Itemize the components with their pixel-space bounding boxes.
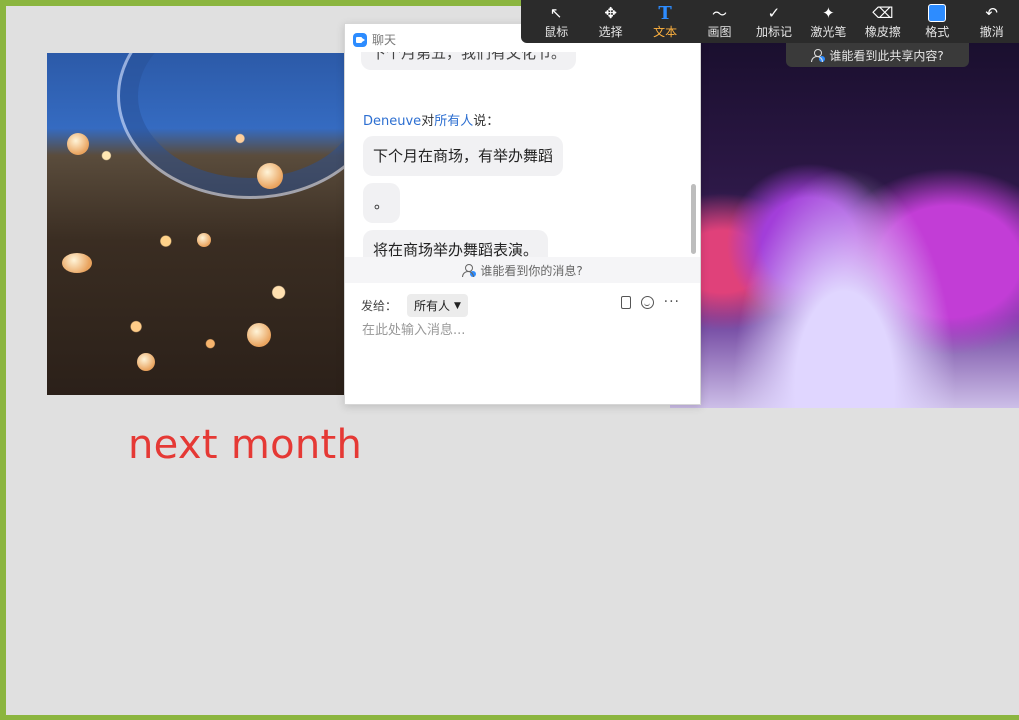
who-sees-share-link[interactable]: 谁能看到此共享内容? — [786, 43, 969, 67]
chat-message-bubble: 。 — [363, 183, 401, 223]
who-sees-label: 谁能看到你的消息? — [480, 263, 583, 278]
emoji-icon[interactable] — [640, 296, 654, 309]
tool-label: 格式 — [925, 25, 950, 39]
cursor-icon: ↖ — [549, 4, 563, 22]
lantern — [137, 353, 155, 371]
move-icon: ✥ — [604, 4, 617, 22]
lantern — [257, 163, 283, 189]
eraser-icon: ⌫ — [872, 4, 894, 22]
tool-label: 加标记 — [755, 25, 792, 39]
tool-format[interactable]: 格式 — [910, 0, 964, 43]
sender-name[interactable]: Deneuve — [363, 114, 421, 129]
send-to-row: 发给： 所有人 ▼ — [361, 294, 468, 317]
lantern — [67, 133, 89, 155]
tool-label: 撤消 — [979, 25, 1004, 39]
chat-tools: ··· — [620, 295, 680, 309]
mall-photo — [47, 53, 344, 395]
chat-message-bubble: 下个月在商场，有举办舞蹈 — [363, 136, 564, 176]
chat-header: 聊天 — [353, 31, 396, 48]
lantern — [62, 253, 92, 273]
dancers-photo — [670, 42, 1019, 408]
tool-label: 橡皮擦 — [864, 25, 901, 39]
recipient-value: 所有人 — [414, 299, 451, 313]
tool-draw[interactable]: 〜 画图 — [692, 0, 746, 43]
tool-text[interactable]: T 文本 — [638, 0, 692, 43]
chat-panel: 聊天 下个月第五，我们有文化节。 Deneuve对所有人说： 下个月在商场，有举… — [344, 23, 701, 405]
message-sender-line: Deneuve对所有人说： — [363, 110, 499, 129]
recipient-dropdown[interactable]: 所有人 ▼ — [407, 294, 468, 317]
stamp-icon: ✓ — [767, 4, 781, 22]
annotation-toolbar: ↖ 鼠标 ✥ 选择 T 文本 〜 画图 ✓ 加标记 ✦ 激光笔 ⌫ 橡皮擦 格式… — [521, 0, 1019, 43]
tool-select[interactable]: ✥ 选择 — [583, 0, 637, 43]
chat-title: 聊天 — [372, 33, 397, 47]
person-icon — [811, 49, 826, 62]
chat-message-list[interactable]: 下个月第五，我们有文化节。 Deneuve对所有人说： 下个月在商场，有举办舞蹈… — [345, 52, 700, 282]
text-icon: T — [658, 2, 672, 24]
file-icon[interactable] — [620, 296, 631, 309]
sender-target[interactable]: 所有人 — [434, 114, 473, 129]
chat-message-bubble: 下个月第五，我们有文化节。 — [361, 52, 577, 70]
tool-label: 鼠标 — [544, 25, 569, 39]
tool-label: 激光笔 — [810, 25, 847, 39]
tool-stamp[interactable]: ✓ 加标记 — [747, 0, 801, 43]
tool-label: 选择 — [598, 25, 623, 39]
who-sees-share-label: 谁能看到此共享内容? — [829, 48, 944, 63]
lantern — [197, 233, 211, 247]
sender-to-word: 对 — [421, 114, 435, 129]
format-icon — [928, 3, 947, 23]
send-to-label: 发给： — [361, 299, 398, 313]
lantern — [247, 323, 271, 347]
person-icon — [462, 264, 477, 277]
mall-dome — [117, 53, 344, 199]
annotation-text: next month — [128, 422, 363, 468]
undo-icon: ↶ — [985, 4, 998, 22]
who-sees-message-link[interactable]: 谁能看到你的消息? — [345, 257, 700, 283]
tool-label: 文本 — [653, 25, 678, 39]
tool-mouse[interactable]: ↖ 鼠标 — [529, 0, 583, 43]
tool-eraser[interactable]: ⌫ 橡皮擦 — [856, 0, 910, 43]
zoom-logo-icon — [353, 32, 367, 47]
more-icon[interactable]: ··· — [664, 295, 680, 309]
draw-icon: 〜 — [712, 4, 728, 23]
laser-icon: ✦ — [822, 4, 835, 22]
tool-undo[interactable]: ↶ 撤消 — [965, 0, 1019, 43]
tool-laser[interactable]: ✦ 激光笔 — [801, 0, 855, 43]
tool-label: 画图 — [707, 25, 732, 39]
chat-scrollbar[interactable] — [691, 184, 696, 254]
message-input[interactable] — [360, 322, 684, 339]
sender-suffix: 说： — [473, 114, 500, 129]
chevron-down-icon: ▼ — [454, 300, 461, 311]
